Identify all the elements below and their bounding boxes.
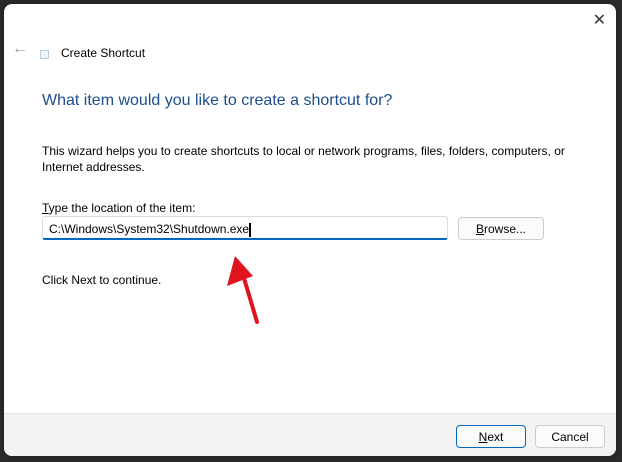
window-title: Create Shortcut	[61, 46, 146, 60]
next-button[interactable]: Next	[456, 425, 526, 448]
shortcut-icon	[40, 50, 49, 59]
mnemonic: B	[475, 222, 484, 236]
location-value: C:\Windows\System32\Shutdown.exe	[49, 222, 250, 236]
text-caret	[249, 222, 252, 237]
wizard-description: This wizard helps you to create shortcut…	[42, 144, 565, 174]
browse-button[interactable]: Browse...	[458, 217, 544, 240]
label-text: ype the location of the item:	[48, 201, 196, 215]
mnemonic: T	[42, 201, 49, 215]
cancel-button[interactable]: Cancel	[535, 425, 605, 448]
location-label: Type the location of the item:	[42, 201, 195, 215]
button-label: rowse...	[484, 222, 527, 236]
close-icon[interactable]: ✕	[593, 10, 606, 30]
continue-instruction: Click Next to continue.	[42, 273, 162, 287]
button-label: ext	[487, 430, 504, 444]
back-arrow-icon[interactable]: ←	[12, 40, 28, 58]
location-input[interactable]: C:\Windows\System32\Shutdown.exe	[42, 216, 448, 240]
create-shortcut-window: ✕ ← Create Shortcut What item would you …	[4, 4, 616, 456]
page-heading: What item would you like to create a sho…	[42, 92, 393, 109]
red-annotation-arrow-icon	[227, 256, 259, 324]
